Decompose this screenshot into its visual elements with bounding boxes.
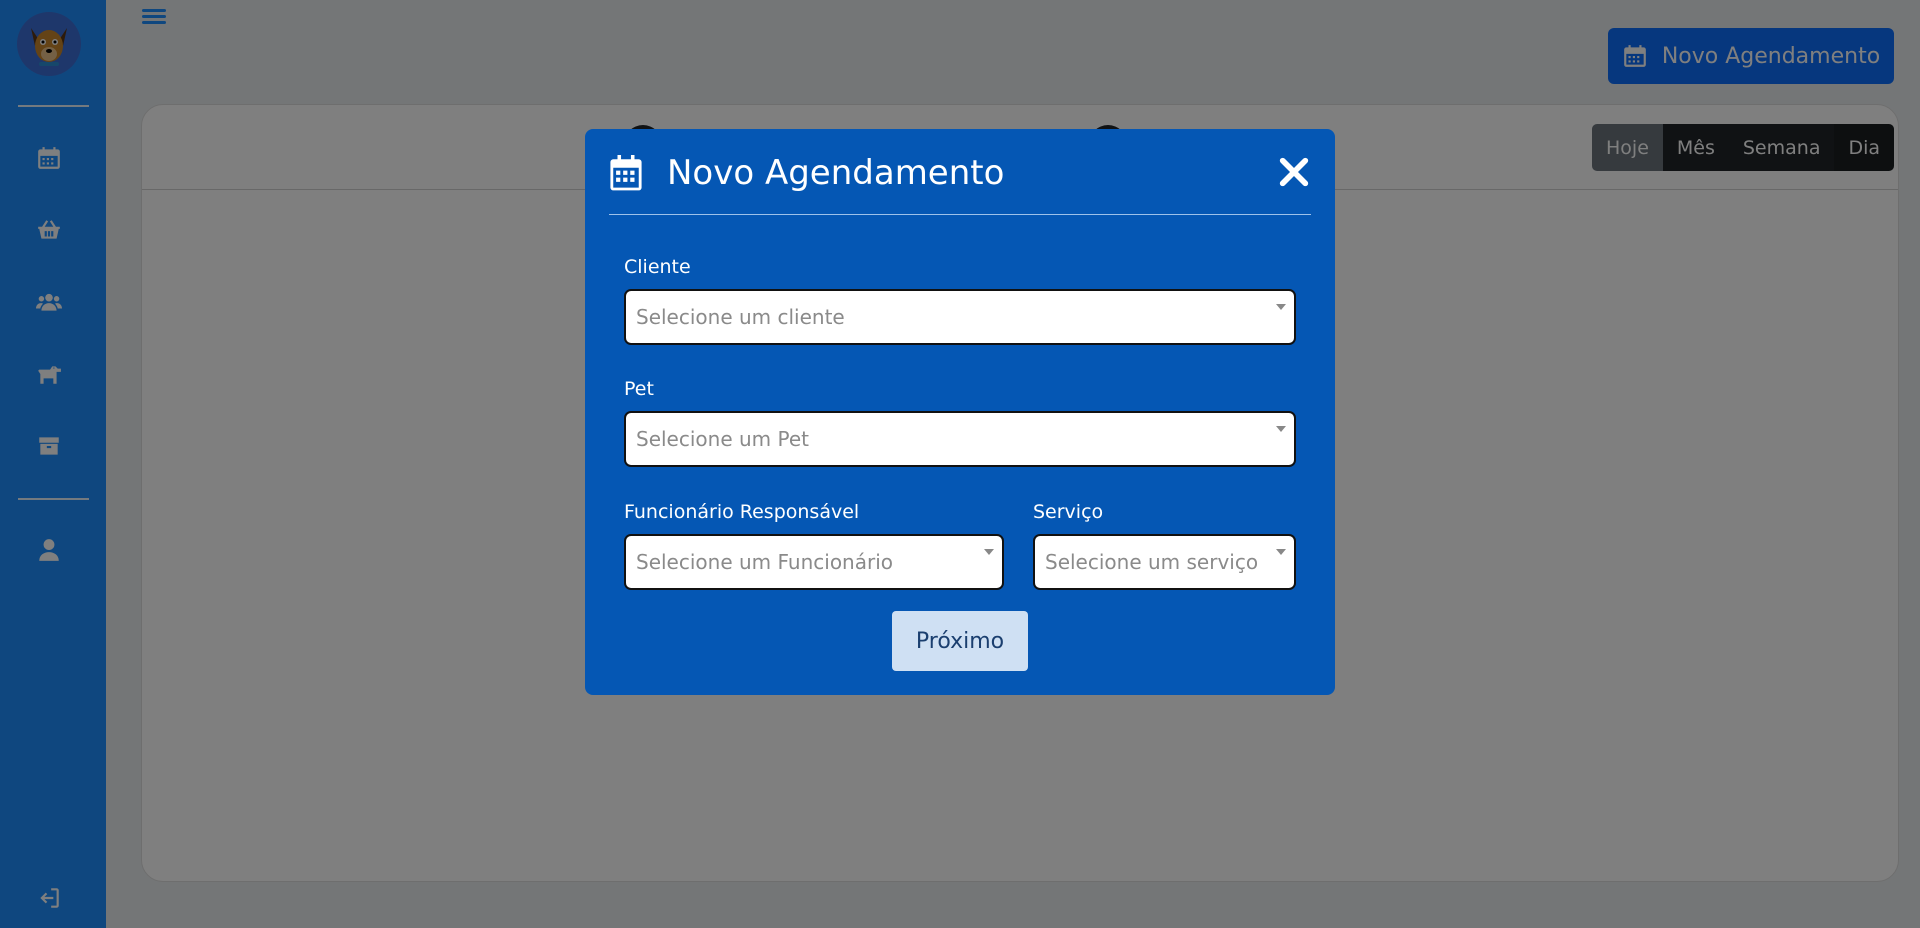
servico-placeholder: Selecione um serviço <box>1045 550 1259 574</box>
chevron-down-icon <box>1276 426 1286 432</box>
servico-select[interactable]: Selecione um serviço <box>1033 534 1296 590</box>
cliente-placeholder: Selecione um cliente <box>636 305 845 329</box>
next-button[interactable]: Próximo <box>892 611 1028 671</box>
pet-select[interactable]: Selecione um Pet <box>624 411 1296 467</box>
pet-label: Pet <box>624 378 654 400</box>
chevron-down-icon <box>1276 549 1286 555</box>
pet-placeholder: Selecione um Pet <box>636 427 809 451</box>
new-appointment-modal: Novo Agendamento Cliente Selecione um cl… <box>585 129 1335 695</box>
servico-label: Serviço <box>1033 501 1104 523</box>
modal-divider <box>609 214 1311 215</box>
cliente-select[interactable]: Selecione um cliente <box>624 289 1296 345</box>
cliente-label: Cliente <box>624 256 691 278</box>
close-icon[interactable] <box>1277 155 1311 189</box>
modal-title: Novo Agendamento <box>667 153 1005 193</box>
funcionario-placeholder: Selecione um Funcionário <box>636 550 894 574</box>
funcionario-select[interactable]: Selecione um Funcionário <box>624 534 1004 590</box>
calendar-icon <box>609 153 643 191</box>
chevron-down-icon <box>984 549 994 555</box>
funcionario-label: Funcionário Responsável <box>624 501 860 523</box>
chevron-down-icon <box>1276 304 1286 310</box>
